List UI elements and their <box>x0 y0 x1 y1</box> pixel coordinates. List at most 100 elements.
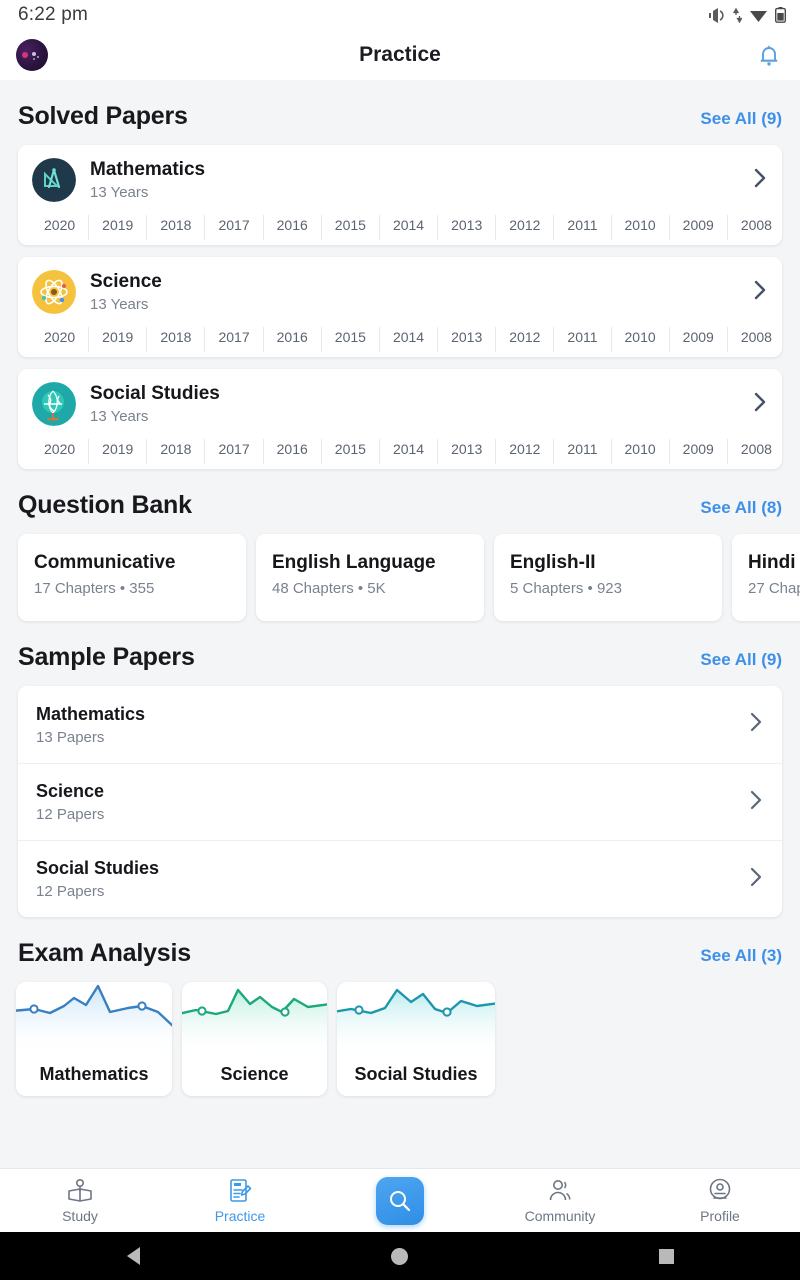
year-chips-row[interactable]: 2020 2019 2018 2017 2016 2015 2014 2013 … <box>18 327 782 352</box>
year-chip[interactable]: 2008 <box>726 215 782 240</box>
question-bank-title: Question Bank <box>18 491 192 519</box>
nav-item-search-fab[interactable] <box>320 1176 480 1225</box>
year-chip[interactable]: 2019 <box>88 327 146 352</box>
nav-item-practice[interactable]: Practice <box>160 1177 320 1224</box>
qb-sub: 5 Chapters • 923 <box>510 580 622 597</box>
year-chip[interactable]: 2009 <box>668 327 727 352</box>
year-chip[interactable]: 2015 <box>320 215 379 240</box>
exam-analysis-card-social-studies[interactable]: Social Studies <box>337 982 495 1096</box>
year-chip[interactable]: 2008 <box>726 439 782 464</box>
year-chip[interactable]: 2010 <box>610 327 669 352</box>
exam-analysis-see-all[interactable]: See All (3) <box>700 946 782 966</box>
year-chip[interactable]: 2008 <box>726 327 782 352</box>
exam-analysis-card-mathematics[interactable]: Mathematics <box>16 982 172 1096</box>
year-chip[interactable]: 2017 <box>204 439 262 464</box>
year-chip[interactable]: 2012 <box>495 215 553 240</box>
book-reader-icon <box>68 1178 92 1202</box>
subject-name: Mathematics <box>90 159 206 180</box>
card-header: Science 13 Years <box>18 257 782 327</box>
sample-paper-row-social-studies[interactable]: Social Studies 12 Papers <box>18 840 782 917</box>
year-chip[interactable]: 2013 <box>437 439 495 464</box>
year-chip[interactable]: 2020 <box>32 439 88 464</box>
chevron-right-icon[interactable] <box>748 710 764 739</box>
year-chip[interactable]: 2012 <box>495 327 553 352</box>
year-chip[interactable]: 2014 <box>378 327 437 352</box>
year-chip[interactable]: 2010 <box>610 215 669 240</box>
question-bank-card[interactable]: English Language 48 Chapters • 5K <box>256 534 484 621</box>
year-chip[interactable]: 2011 <box>553 439 610 464</box>
search-fab-button[interactable] <box>376 1176 424 1225</box>
solved-paper-card-science[interactable]: Science 13 Years 2020 2019 2018 2017 201… <box>18 257 782 357</box>
chevron-right-icon[interactable] <box>752 278 768 307</box>
year-chip[interactable]: 2018 <box>146 439 204 464</box>
atom-icon <box>32 270 76 314</box>
question-bank-card[interactable]: Hindi 27 Chapters <box>732 534 800 621</box>
year-chip[interactable]: 2015 <box>320 327 379 352</box>
question-bank-see-all[interactable]: See All (8) <box>700 498 782 518</box>
question-bank-header: Question Bank See All (8) <box>0 491 800 520</box>
sparkline-social-studies <box>337 988 495 1056</box>
chevron-right-icon[interactable] <box>748 788 764 817</box>
bottom-navigation: Study Practice Community Profile <box>0 1168 800 1232</box>
scroll-content[interactable]: Solved Papers See All (9) Mathematics 13… <box>0 80 800 1168</box>
year-chip[interactable]: 2017 <box>204 215 262 240</box>
year-chips-row[interactable]: 2020 2019 2018 2017 2016 2015 2014 2013 … <box>18 439 782 464</box>
question-bank-card[interactable]: English-II 5 Chapters • 923 <box>494 534 722 621</box>
user-avatar[interactable] <box>16 39 48 71</box>
subject-name: Social Studies <box>90 383 220 404</box>
sample-papers-see-all[interactable]: See All (9) <box>700 650 782 670</box>
sample-paper-row-science[interactable]: Science 12 Papers <box>18 763 782 840</box>
chevron-right-icon[interactable] <box>752 166 768 195</box>
sample-name: Social Studies <box>36 858 160 878</box>
exam-analysis-list[interactable]: Mathematics Science Social Studies <box>0 982 800 1096</box>
year-chip[interactable]: 2020 <box>32 215 88 240</box>
nav-item-community[interactable]: Community <box>480 1177 640 1224</box>
year-chip[interactable]: 2015 <box>320 439 379 464</box>
qb-name: Hindi <box>748 552 796 573</box>
question-bank-card[interactable]: Communicative 17 Chapters • 355 <box>18 534 246 621</box>
year-chip[interactable]: 2014 <box>378 215 437 240</box>
year-chip[interactable]: 2016 <box>262 439 321 464</box>
year-chip[interactable]: 2012 <box>495 439 553 464</box>
nav-item-study[interactable]: Study <box>0 1177 160 1224</box>
card-header: Social Studies 13 Years <box>18 369 782 439</box>
year-chip[interactable]: 2013 <box>437 215 495 240</box>
year-chip[interactable]: 2014 <box>378 439 437 464</box>
solved-paper-card-social-studies[interactable]: Social Studies 13 Years 2020 2019 2018 2… <box>18 369 782 469</box>
exam-analysis-title: Exam Analysis <box>18 939 191 967</box>
app-screen: 6:22 pm Practice Solved Papers See All (… <box>0 0 800 1280</box>
android-recents-button[interactable] <box>637 1248 697 1264</box>
sample-paper-row-mathematics[interactable]: Mathematics 13 Papers <box>18 686 782 763</box>
year-chip[interactable]: 2018 <box>146 215 204 240</box>
year-chips-row[interactable]: 2020 2019 2018 2017 2016 2015 2014 2013 … <box>18 215 782 240</box>
subject-years: 13 Years <box>90 296 149 313</box>
year-chip[interactable]: 2011 <box>553 327 610 352</box>
notifications-bell-button[interactable] <box>754 40 784 70</box>
card-text: Science 13 Years <box>90 271 162 313</box>
exam-analysis-card-science[interactable]: Science <box>182 982 327 1096</box>
chevron-right-icon[interactable] <box>748 865 764 894</box>
year-chip[interactable]: 2011 <box>553 215 610 240</box>
subject-years: 13 Years <box>90 408 149 425</box>
solved-paper-card-mathematics[interactable]: Mathematics 13 Years 2020 2019 2018 2017… <box>18 145 782 245</box>
solved-papers-see-all[interactable]: See All (9) <box>700 109 782 129</box>
android-home-button[interactable] <box>370 1247 430 1265</box>
year-chip[interactable]: 2020 <box>32 327 88 352</box>
year-chip[interactable]: 2013 <box>437 327 495 352</box>
year-chip[interactable]: 2009 <box>668 439 727 464</box>
year-chip[interactable]: 2018 <box>146 327 204 352</box>
year-chip[interactable]: 2019 <box>88 215 146 240</box>
home-circle-icon <box>391 1247 409 1265</box>
year-chip[interactable]: 2019 <box>88 439 146 464</box>
qb-name: Communicative <box>34 552 176 573</box>
year-chip[interactable]: 2016 <box>262 215 321 240</box>
chevron-right-icon[interactable] <box>752 390 768 419</box>
year-chip[interactable]: 2010 <box>610 439 669 464</box>
card-text: Mathematics 13 Years <box>90 159 205 201</box>
year-chip[interactable]: 2009 <box>668 215 727 240</box>
nav-item-profile[interactable]: Profile <box>640 1177 800 1224</box>
android-back-button[interactable] <box>103 1247 163 1265</box>
question-bank-list[interactable]: Communicative 17 Chapters • 355 English … <box>0 534 800 621</box>
year-chip[interactable]: 2017 <box>204 327 262 352</box>
year-chip[interactable]: 2016 <box>262 327 321 352</box>
